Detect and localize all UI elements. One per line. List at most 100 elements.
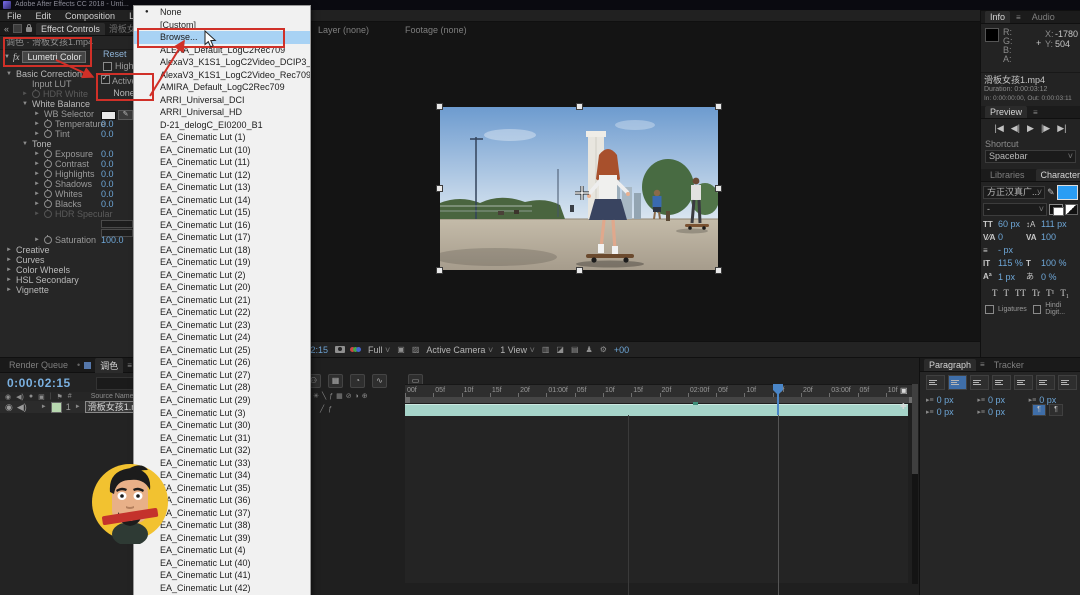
twirl-icon[interactable] <box>22 101 29 107</box>
ligatures-checkbox[interactable] <box>985 304 994 314</box>
lut-menu-item[interactable]: EA_Cinematic Lut (3) <box>134 407 310 420</box>
exposure-gear-icon[interactable]: ⚙ <box>600 345 607 354</box>
lut-menu-item[interactable]: EA_Cinematic Lut (23) <box>134 319 310 332</box>
stopwatch-icon[interactable] <box>44 149 52 158</box>
stopwatch-icon[interactable] <box>32 89 40 98</box>
indent-value[interactable]: 0 px <box>988 395 1005 405</box>
reset-button[interactable]: Reset <box>103 49 127 59</box>
lut-menu-item[interactable]: EA_Cinematic Lut (13) <box>134 181 310 194</box>
tsume-value[interactable]: 0 % <box>1041 272 1057 282</box>
camera-dropdown[interactable]: Active Camera <box>426 345 493 355</box>
pan-hand-icon[interactable]: ✚ <box>900 402 907 411</box>
lut-menu-item[interactable]: EA_Cinematic Lut (30) <box>134 419 310 432</box>
lut-menu-item[interactable]: EA_Cinematic Lut (31) <box>134 432 310 445</box>
current-time-display[interactable]: 0:00:02:15 <box>7 376 71 390</box>
justify-last-center-icon[interactable] <box>1014 375 1033 390</box>
twirl-icon[interactable] <box>34 111 41 117</box>
selection-handle[interactable] <box>437 104 442 109</box>
transport-button[interactable]: ▶| <box>1057 123 1066 134</box>
selection-handle[interactable] <box>437 186 442 191</box>
type-style-button[interactable]: TT <box>1015 288 1026 298</box>
align-left-icon[interactable] <box>926 375 945 390</box>
lut-menu-item[interactable]: EA_Cinematic Lut (14) <box>134 194 310 207</box>
property-value[interactable]: 0.0 <box>101 149 114 159</box>
lut-menu-item[interactable]: EA_Cinematic Lut (25) <box>134 344 310 357</box>
effect-name[interactable]: Lumetri Color <box>22 50 87 63</box>
shortcut-select[interactable]: Spacebar <box>985 150 1076 163</box>
show-channel-icon[interactable] <box>350 347 361 352</box>
tab-info[interactable]: Info <box>985 11 1011 23</box>
property-value[interactable]: 0.0 <box>101 189 114 199</box>
selection-handle[interactable] <box>716 186 721 191</box>
type-style-button[interactable]: Tr <box>1032 288 1040 298</box>
indent-value[interactable]: 0 px <box>937 395 954 405</box>
panel-menu-icon[interactable]: ≡ <box>980 360 985 369</box>
tracking-value[interactable]: 100 <box>1041 232 1056 242</box>
twirl-icon[interactable] <box>34 237 41 243</box>
lut-menu-item[interactable]: EA_Cinematic Lut (28) <box>134 381 310 394</box>
lut-menu-item[interactable]: ARRI_Universal_DCI <box>134 94 310 107</box>
stopwatch-icon[interactable] <box>44 129 52 138</box>
timeline-scrollbar[interactable] <box>912 384 918 584</box>
baseline-shift-value[interactable]: 1 px <box>998 272 1024 282</box>
text-direction-ltr-icon[interactable]: ¶ <box>1032 404 1046 416</box>
twirl-icon[interactable] <box>22 141 29 147</box>
type-style-button[interactable]: T¹ <box>1046 288 1054 298</box>
stopwatch-icon[interactable] <box>44 209 52 218</box>
panel-menu-icon[interactable]: ≡ <box>1016 13 1021 22</box>
horizontal-scale-value[interactable]: 100 % <box>1041 258 1067 268</box>
twirl-icon[interactable] <box>6 277 13 283</box>
video-frame[interactable] <box>433 104 721 273</box>
justify-all-icon[interactable] <box>1058 375 1077 390</box>
lut-menu-item[interactable]: [Custom] <box>134 19 310 32</box>
stopwatch-icon[interactable] <box>44 119 52 128</box>
menu-item[interactable]: Edit <box>29 11 59 21</box>
property-value[interactable]: 0.0 <box>101 159 114 169</box>
lut-menu-item[interactable]: AMIRA_Default_LogC2Rec709 <box>134 81 310 94</box>
kerning-value[interactable]: 0 <box>998 232 1024 242</box>
menu-item[interactable]: File <box>0 11 29 21</box>
transport-button[interactable]: ▶ <box>1027 123 1034 134</box>
vertical-scale-value[interactable]: 115 % <box>998 258 1024 268</box>
layer-twirl-icon[interactable]: ► <box>41 404 47 410</box>
viewer-tab[interactable]: Footage (none) <box>400 24 472 35</box>
twirl-icon[interactable] <box>6 247 13 253</box>
panel-menu-icon[interactable]: ≡ <box>1033 108 1038 117</box>
indent-value[interactable]: 0 px <box>988 407 1005 417</box>
twirl-icon[interactable] <box>6 287 13 293</box>
indent-field[interactable]: ▸≡ 0 px <box>926 407 973 417</box>
resolution-dropdown[interactable]: Full <box>368 345 390 355</box>
layer-label-swatch[interactable] <box>50 401 62 413</box>
source-name-column[interactable]: Source Name <box>91 393 134 400</box>
lut-menu-item[interactable]: EA_Cinematic Lut (42) <box>134 582 310 595</box>
twirl-icon[interactable] <box>34 151 41 157</box>
lut-menu-item[interactable]: EA_Cinematic Lut (18) <box>134 244 310 257</box>
lut-menu-item[interactable]: AlexaV3_K1S1_LogC2Video_Rec709_EE <box>134 69 310 82</box>
lut-menu-item[interactable]: EA_Cinematic Lut (15) <box>134 206 310 219</box>
region-of-interest-icon[interactable]: ▣ <box>397 345 405 354</box>
fill-stroke-swatches[interactable] <box>1049 204 1064 216</box>
text-direction-rtl-icon[interactable]: ¶ <box>1049 404 1063 416</box>
lut-menu-item[interactable]: ALEXA_Default_LogC2Rec709 <box>134 44 310 57</box>
property-value[interactable]: 0.0 <box>101 169 114 179</box>
twirl-icon[interactable] <box>34 181 41 187</box>
lut-menu-item[interactable]: EA_Cinematic Lut (26) <box>134 356 310 369</box>
lut-menu-item[interactable]: EA_Cinematic Lut (22) <box>134 306 310 319</box>
lut-menu-item[interactable]: EA_Cinematic Lut (1) <box>134 131 310 144</box>
timeline-button-icon[interactable]: ▤ <box>571 345 579 354</box>
lock-icon[interactable] <box>26 24 33 32</box>
indent-value[interactable]: 0 px <box>937 407 954 417</box>
property-value[interactable]: 0.0 <box>101 199 114 209</box>
twirl-icon[interactable] <box>22 91 29 97</box>
selection-handle[interactable] <box>576 104 582 109</box>
tab-comp[interactable]: 调色 <box>95 357 124 373</box>
collapse-icon[interactable]: « <box>4 24 9 34</box>
anchor-point-icon[interactable] <box>574 186 589 201</box>
lut-menu-item[interactable]: EA_Cinematic Lut (41) <box>134 569 310 582</box>
lut-menu-item[interactable]: EA_Cinematic Lut (40) <box>134 557 310 570</box>
align-right-icon[interactable] <box>970 375 989 390</box>
lut-menu-item[interactable]: Browse... <box>134 31 310 44</box>
property-value[interactable]: 0.0 <box>101 179 114 189</box>
tab-paragraph[interactable]: Paragraph <box>924 358 977 371</box>
lut-menu-item[interactable]: D-21_delogC_EI0200_B1 <box>134 119 310 132</box>
